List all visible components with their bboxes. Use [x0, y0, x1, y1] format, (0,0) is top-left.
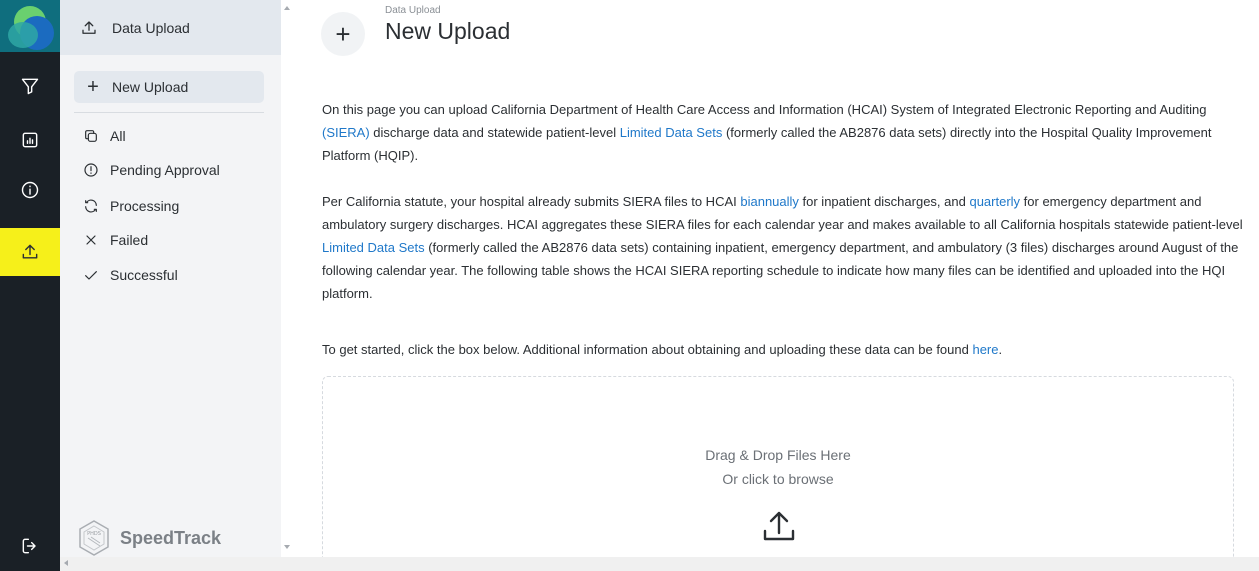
- scroll-down-icon[interactable]: [284, 545, 290, 549]
- sidebar: Data Upload + New Upload All Pending App…: [60, 0, 281, 571]
- scroll-left-icon[interactable]: [64, 560, 68, 566]
- refresh-icon: [82, 197, 100, 215]
- main-content: + Data Upload New Upload On this page yo…: [293, 0, 1259, 571]
- new-upload-plus-button[interactable]: +: [321, 12, 365, 56]
- sidebar-item-label: Failed: [110, 232, 149, 248]
- breadcrumb: Data Upload: [385, 5, 441, 16]
- sidebar-item-failed[interactable]: Failed: [82, 228, 148, 252]
- sidebar-header-label: Data Upload: [112, 19, 190, 36]
- text-run: for inpatient discharges, and: [798, 194, 970, 209]
- statute-paragraph: Per California statute, your hospital al…: [322, 190, 1252, 305]
- file-dropzone[interactable]: Drag & Drop Files Here Or click to brows…: [322, 376, 1234, 571]
- check-icon: [82, 266, 100, 284]
- new-upload-label: New Upload: [112, 79, 189, 95]
- page-title: New Upload: [385, 18, 511, 44]
- upload-icon: [759, 507, 799, 547]
- here-link[interactable]: here: [972, 342, 998, 357]
- copy-icon: [82, 127, 100, 145]
- siera-link[interactable]: (SIERA): [322, 125, 370, 140]
- rail-logout-button[interactable]: [0, 526, 60, 566]
- text-run: On this page you can upload California D…: [322, 102, 1207, 117]
- sidebar-item-label: All: [110, 128, 126, 144]
- x-icon: [82, 231, 100, 249]
- sidebar-item-label: Successful: [110, 267, 178, 283]
- limited-data-sets-link[interactable]: Limited Data Sets: [620, 125, 723, 140]
- sidebar-item-all[interactable]: All: [82, 124, 126, 148]
- sidebar-item-processing[interactable]: Processing: [82, 194, 179, 218]
- sidebar-item-label: Pending Approval: [110, 162, 220, 178]
- sidebar-divider: [74, 112, 264, 113]
- brand-badge-text: PHDS: [87, 531, 101, 537]
- info-icon: [21, 181, 39, 199]
- text-run: discharge data and statewide patient-lev…: [369, 125, 620, 140]
- horizontal-scrollbar[interactable]: [60, 557, 1259, 571]
- logout-icon: [22, 538, 36, 554]
- limited-data-sets-link[interactable]: Limited Data Sets: [322, 240, 425, 255]
- upload-icon: [22, 244, 38, 259]
- plus-icon: +: [87, 76, 99, 98]
- sidebar-scrollbar[interactable]: [281, 0, 293, 557]
- chart-icon: [22, 132, 38, 148]
- intro-paragraph: On this page you can upload California D…: [322, 98, 1252, 167]
- logo-shape: [8, 22, 38, 48]
- text-run: .: [998, 342, 1003, 357]
- sidebar-item-successful[interactable]: Successful: [82, 263, 178, 287]
- sidebar-item-label: Processing: [110, 198, 180, 214]
- alert-circle-icon: [82, 161, 100, 179]
- upload-icon: [82, 20, 96, 34]
- app-logo[interactable]: [0, 0, 60, 52]
- rail-info-button[interactable]: [0, 170, 60, 210]
- biannually-link[interactable]: biannually: [740, 194, 799, 209]
- brand-name: SpeedTrack: [120, 527, 222, 548]
- new-upload-button[interactable]: + New Upload: [74, 71, 264, 103]
- get-started-paragraph: To get started, click the box below. Add…: [322, 338, 1252, 361]
- rail-reports-button[interactable]: [0, 120, 60, 160]
- icon-rail: [0, 0, 60, 571]
- dropzone-title: Drag & Drop Files Here: [705, 447, 851, 463]
- text-run: Per California statute, your hospital al…: [322, 194, 741, 209]
- rail-filter-button[interactable]: [0, 66, 60, 106]
- text-run: (formerly called the AB2876 data sets) c…: [322, 240, 1239, 301]
- brand: PHDS SpeedTrack: [78, 520, 221, 556]
- rail-upload-button[interactable]: [0, 228, 60, 276]
- brand-badge-icon: PHDS: [78, 520, 110, 556]
- plus-icon: +: [335, 19, 351, 49]
- filter-icon: [21, 78, 39, 95]
- dropzone-subtitle: Or click to browse: [722, 471, 834, 487]
- scroll-up-icon[interactable]: [284, 6, 290, 10]
- sidebar-item-pending-approval[interactable]: Pending Approval: [82, 158, 220, 182]
- quarterly-link[interactable]: quarterly: [969, 194, 1020, 209]
- sidebar-header[interactable]: Data Upload: [60, 0, 281, 55]
- text-run: To get started, click the box below. Add…: [322, 342, 973, 357]
